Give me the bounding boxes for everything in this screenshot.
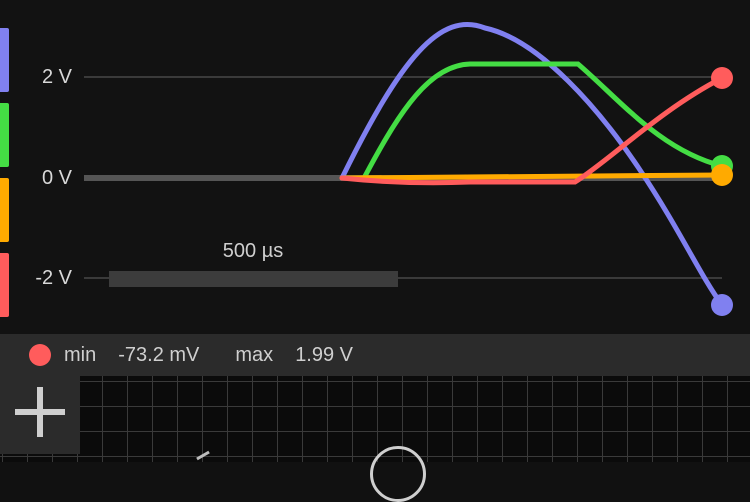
oscilloscope-display[interactable]: 2 V 0 V -2 V 500 µs xyxy=(0,0,750,334)
axis-label-2v: 2 V xyxy=(41,66,72,88)
min-label: min xyxy=(64,343,97,366)
trace-marker-orange[interactable] xyxy=(711,164,733,186)
max-label: max xyxy=(235,343,274,366)
min-value: -73.2 mV xyxy=(118,343,200,366)
breadboard-grid[interactable] xyxy=(0,376,750,462)
trace-marker-red[interactable] xyxy=(711,67,733,89)
timebase-scale-bar xyxy=(109,271,398,287)
trace-red xyxy=(339,75,725,186)
timebase-label: 500 µs xyxy=(222,240,284,262)
trace-orange xyxy=(339,172,725,181)
measurement-status-bar: min -73.2 mV max 1.99 V xyxy=(0,334,750,376)
add-button[interactable] xyxy=(0,370,80,454)
selected-channel-dot[interactable] xyxy=(29,344,51,366)
trace-green xyxy=(361,61,725,181)
component-ring[interactable] xyxy=(370,446,426,502)
axis-label-0v: 0 V xyxy=(41,167,72,189)
scope-plot xyxy=(84,21,733,316)
trace-marker-blue[interactable] xyxy=(711,294,733,316)
channel-bar-green[interactable] xyxy=(0,103,9,167)
trace-blue xyxy=(339,21,725,308)
axis-label-minus-2v: -2 V xyxy=(35,267,72,289)
max-value: 1.99 V xyxy=(295,343,354,366)
